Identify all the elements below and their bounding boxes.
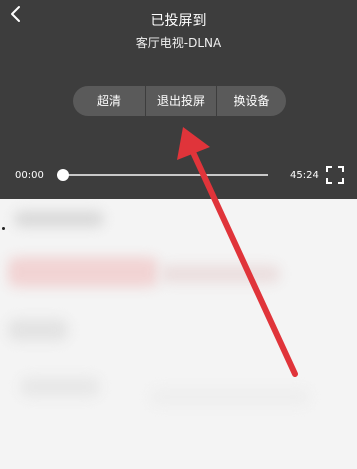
switch-device-button[interactable]: 换设备 <box>217 86 286 116</box>
cast-button-group: 超清 退出投屏 换设备 <box>73 86 286 116</box>
blurred-block <box>8 319 68 341</box>
current-time: 00:00 <box>15 170 44 181</box>
progress-track[interactable] <box>63 174 268 176</box>
progress-knob[interactable] <box>57 169 69 181</box>
cast-panel: 已投屏到 客厅电视-DLNA 超清 退出投屏 换设备 00:00 45:24 <box>0 0 357 199</box>
blurred-content-area <box>0 199 357 469</box>
bullet-dot <box>2 227 5 230</box>
total-time: 45:24 <box>290 170 319 181</box>
blurred-block <box>20 377 100 397</box>
fullscreen-icon[interactable] <box>326 166 344 184</box>
blurred-block <box>14 211 104 227</box>
exit-cast-button[interactable]: 退出投屏 <box>146 86 217 116</box>
cast-device-name: 客厅电视-DLNA <box>135 36 222 50</box>
blurred-block <box>150 389 310 405</box>
quality-button[interactable]: 超清 <box>73 86 146 116</box>
blurred-block <box>160 265 280 283</box>
cast-title: 已投屏到 <box>150 13 207 29</box>
blurred-block <box>8 257 158 287</box>
